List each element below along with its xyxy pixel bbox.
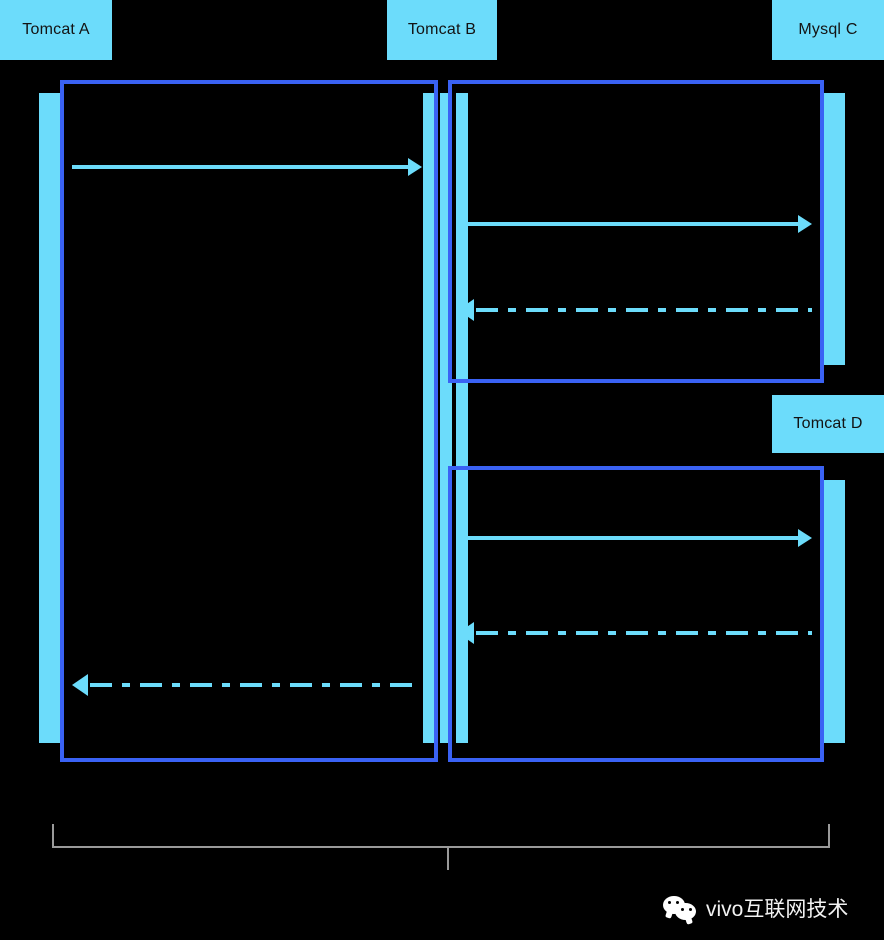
duration-bracket-stem — [447, 846, 449, 870]
participant-label-tomcat-a: Tomcat A — [22, 21, 90, 38]
activation-bar-tomcat-a — [39, 93, 61, 743]
wechat-icon — [663, 894, 697, 922]
activation-bar-tomcat-d — [824, 480, 845, 743]
arrowhead-right-a-to-b — [408, 158, 422, 176]
arrowhead-left-b-to-a — [72, 674, 88, 696]
arrowhead-left-d-to-b — [458, 622, 474, 644]
arrowhead-right-b-to-d — [798, 529, 812, 547]
participant-mysql-c[interactable]: Mysql C — [772, 0, 884, 60]
message-line-b-to-c — [460, 222, 800, 226]
arrowhead-right-b-to-c — [798, 215, 812, 233]
participant-label-tomcat-b: Tomcat B — [407, 21, 477, 38]
participant-tomcat-b[interactable]: Tomcat B — [387, 0, 497, 60]
message-line-d-to-b — [476, 631, 812, 635]
watermark: vivo互联网技术 — [663, 893, 848, 923]
arrowhead-left-c-to-b — [458, 299, 474, 321]
frame-tomcat-a-to-tomcat-b — [60, 80, 438, 762]
activation-bar-mysql-c — [824, 93, 845, 365]
participant-label-mysql-c: Mysql C — [798, 21, 858, 38]
sequence-diagram-canvas: Tomcat A Tomcat B Mysql C Tomcat D vivo互… — [0, 0, 884, 940]
message-line-b-to-a — [90, 683, 422, 687]
participant-tomcat-d[interactable]: Tomcat D — [772, 395, 884, 453]
participant-label-tomcat-d: Tomcat D — [793, 415, 863, 432]
frame-tomcat-b-to-tomcat-d — [448, 466, 824, 762]
message-line-b-to-d — [460, 536, 800, 540]
watermark-text: vivo互联网技术 — [706, 898, 849, 921]
message-line-c-to-b — [476, 308, 812, 312]
frame-tomcat-b-to-mysql-c — [448, 80, 824, 383]
participant-tomcat-a[interactable]: Tomcat A — [0, 0, 112, 60]
duration-bracket — [52, 824, 830, 848]
message-line-a-to-b — [72, 165, 410, 169]
